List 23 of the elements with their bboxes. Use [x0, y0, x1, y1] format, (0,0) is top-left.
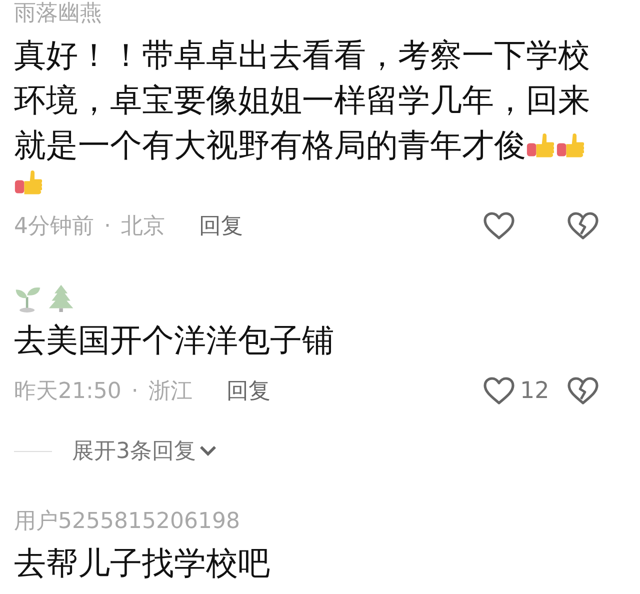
broken-heart-icon[interactable] — [566, 211, 600, 241]
comment-location: 北京 — [121, 213, 165, 241]
comment-time: 4分钟前 — [14, 213, 94, 241]
comment-text: 去帮儿子找学校吧 — [14, 543, 270, 584]
tree-icon — [48, 283, 76, 313]
comment-location: 浙江 — [148, 378, 192, 406]
reply-link[interactable]: 回复 — [226, 376, 270, 406]
comment-text: 环境，卓宝要像姐姐一样留学几年，回来 — [14, 80, 590, 121]
user-name[interactable]: 用户5255815206198 — [14, 508, 600, 536]
heart-icon[interactable] — [482, 376, 516, 406]
chevron-down-icon — [198, 444, 218, 458]
comment-text: 就是一个有大视野有格局的青年才俊 — [14, 125, 526, 166]
heart-icon[interactable] — [482, 211, 516, 241]
comment-text: 真好！！带卓卓出去看看，考察一下学校 — [14, 35, 590, 76]
user-name[interactable]: 雨落幽燕 — [14, 0, 600, 28]
expand-replies-button[interactable]: 展开3条回复 — [72, 436, 218, 466]
like-count: 12 — [520, 378, 550, 404]
comment-time: 昨天21:50 — [14, 378, 122, 406]
separator-dot: · — [104, 214, 111, 238]
comment-text: 去美国开个洋洋包子铺 — [14, 320, 334, 361]
reply-link[interactable]: 回复 — [199, 211, 243, 241]
separator-dot: · — [131, 378, 138, 404]
broken-heart-icon[interactable] — [566, 376, 600, 406]
